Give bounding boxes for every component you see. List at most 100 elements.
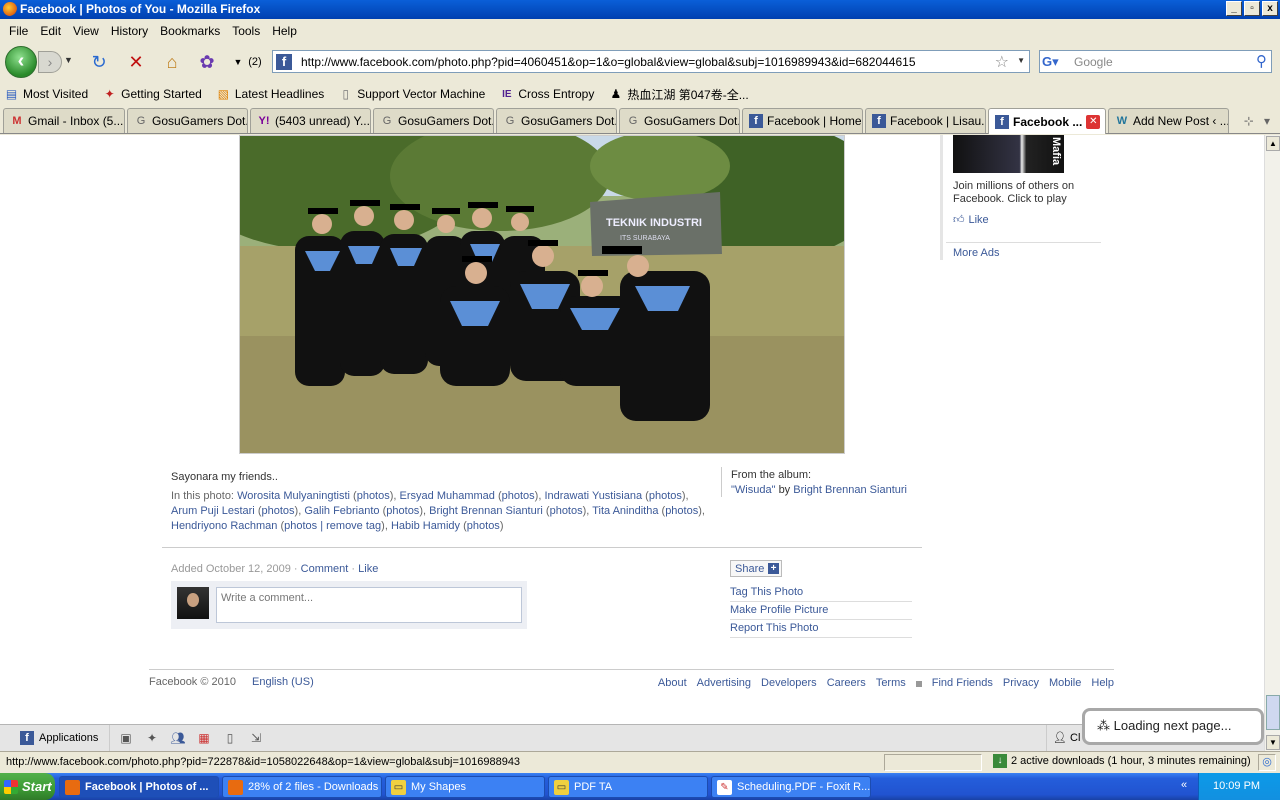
tagged-person-link[interactable]: Arum Puji Lestari (171, 505, 255, 517)
tagged-person-photos-link[interactable]: photos (357, 490, 390, 502)
close-window-button[interactable]: x (1262, 1, 1278, 16)
footer-link-help[interactable]: Help (1091, 677, 1114, 689)
url-text[interactable]: http://www.facebook.com/photo.php?pid=40… (301, 55, 916, 69)
tab-gosugamers-3[interactable]: G GosuGamers Dot... (496, 108, 617, 133)
status-globe-icon[interactable]: ◎ (1258, 754, 1276, 771)
like-link[interactable]: Like (358, 563, 378, 575)
tab-gosugamers-2[interactable]: G GosuGamers Dot... (373, 108, 494, 133)
tab-facebook-active[interactable]: f Facebook ... ✕ (988, 108, 1106, 134)
bookmark-star-icon[interactable]: ☆ (995, 52, 1009, 72)
menu-help[interactable]: Help (266, 24, 303, 38)
history-dropdown-icon[interactable]: ▼ (64, 55, 73, 65)
groups-icon[interactable]: 👥︎ (170, 731, 186, 745)
stop-icon[interactable]: ✕ (126, 52, 146, 72)
forward-button[interactable]: › (38, 51, 62, 73)
taskbar-foxit[interactable]: ✎ Scheduling.PDF - Foxit R... (711, 776, 871, 798)
scroll-up-icon[interactable]: ▲ (1266, 136, 1280, 151)
taskbar-downloads[interactable]: 28% of 2 files - Downloads (222, 776, 382, 798)
footer-link-privacy[interactable]: Privacy (1003, 677, 1039, 689)
tab-gosugamers-4[interactable]: G GosuGamers Dot... (619, 108, 740, 133)
more-ads-link[interactable]: More Ads (953, 247, 999, 259)
tagged-person-link[interactable]: Hendriyono Rachman (171, 520, 277, 532)
ad-like-button[interactable]: 👍︎ Like (953, 213, 989, 227)
tab-gosugamers-1[interactable]: G GosuGamers Dot... (127, 108, 248, 133)
menu-edit[interactable]: Edit (34, 24, 67, 38)
tab-gmail[interactable]: M Gmail - Inbox (5... (3, 108, 125, 133)
search-icon[interactable]: ⚲ (1256, 52, 1267, 70)
tagged-person-photos-link[interactable]: photos (262, 505, 295, 517)
scroll-down-icon[interactable]: ▼ (1266, 735, 1280, 750)
ad-text[interactable]: Join millions of others on Facebook. Cli… (953, 180, 1083, 206)
downloads-status[interactable]: ↓ 2 active downloads (1 hour, 3 minutes r… (993, 754, 1251, 768)
comment-link[interactable]: Comment (301, 563, 349, 575)
footer-link-about[interactable]: About (658, 677, 687, 689)
album-link[interactable]: "Wisuda" by Bright Brennan Sianturi (731, 484, 907, 496)
calendar-icon[interactable]: ▦ (196, 731, 212, 745)
tagged-person-photos-link[interactable]: photos (386, 505, 419, 517)
taskbar-pdf-ta[interactable]: ▭ PDF TA (548, 776, 708, 798)
language-link[interactable]: English (US) (252, 676, 314, 688)
tagged-person-link[interactable]: Tita Aninditha (592, 505, 658, 517)
tag-this-photo-link[interactable]: Tag This Photo (730, 584, 912, 602)
vertical-scrollbar[interactable]: ▲ ▼ (1264, 135, 1280, 751)
taskbar-my-shapes[interactable]: ▭ My Shapes (385, 776, 545, 798)
home-icon[interactable]: ⌂ (162, 52, 182, 72)
links-icon[interactable]: ⇲ (248, 731, 264, 745)
tagged-person-photos-link[interactable]: photos (550, 505, 583, 517)
footer-link-advertising[interactable]: Advertising (697, 677, 751, 689)
bookmark-cross-entropy[interactable]: IE Cross Entropy (499, 87, 594, 102)
maximize-button[interactable]: ▫ (1244, 1, 1260, 16)
menu-bookmarks[interactable]: Bookmarks (154, 24, 226, 38)
addon-icon[interactable]: ✿ (197, 52, 217, 72)
report-this-photo-link[interactable]: Report This Photo (730, 620, 912, 638)
close-tab-icon[interactable]: ✕ (1086, 114, 1101, 129)
menu-history[interactable]: History (105, 24, 154, 38)
footer-link-careers[interactable]: Careers (827, 677, 866, 689)
bookmark-chinese-novel[interactable]: ♟ 热血江湖 第047卷-全... (608, 86, 748, 103)
minimize-button[interactable]: _ (1226, 1, 1242, 16)
tagged-person-link[interactable]: Worosita Mulyaningtisti (237, 490, 350, 502)
tagged-person-link[interactable]: Galih Febrianto (304, 505, 379, 517)
tagged-person-photos-link[interactable]: photos (502, 490, 535, 502)
tray-expand-icon[interactable]: « (1181, 779, 1187, 791)
tagged-person-link[interactable]: Habib Hamidy (391, 520, 460, 532)
applications-button[interactable]: f Applications (14, 725, 110, 751)
menu-file[interactable]: File (3, 24, 34, 38)
tagged-person-photos-link[interactable]: photos | remove tag (284, 520, 381, 532)
url-bar[interactable]: f http://www.facebook.com/photo.php?pid=… (272, 50, 1030, 73)
google-engine-icon[interactable]: G▾ (1042, 53, 1068, 71)
main-photo[interactable]: TEKNIK INDUSTRI ITS SURABAYA (239, 135, 845, 454)
tab-facebook-lisau[interactable]: f Facebook | Lisau... (865, 108, 986, 133)
menu-tools[interactable]: Tools (226, 24, 266, 38)
bookmark-getting-started[interactable]: ✦ Getting Started (102, 87, 202, 102)
tagged-person-link[interactable]: Bright Brennan Sianturi (429, 505, 543, 517)
menu-view[interactable]: View (67, 24, 105, 38)
tagged-person-link[interactable]: Indrawati Yustisiana (544, 490, 642, 502)
bookmark-latest-headlines[interactable]: ▧ Latest Headlines (216, 87, 325, 102)
make-profile-picture-link[interactable]: Make Profile Picture (730, 602, 912, 620)
tagged-person-photos-link[interactable]: photos (665, 505, 698, 517)
tab-yahoo-mail[interactable]: Y! (5403 unread) Y... (250, 108, 371, 133)
bookmark-support-vector-machine[interactable]: ▯ Support Vector Machine (338, 87, 485, 102)
bookmark-most-visited[interactable]: ▤ Most Visited (4, 87, 88, 102)
search-bar[interactable]: G▾ Google ⚲ (1039, 50, 1272, 73)
comment-input[interactable]: Write a comment... (216, 587, 522, 623)
tab-facebook-home[interactable]: f Facebook | Home (742, 108, 863, 133)
share-button[interactable]: Share + (730, 560, 782, 577)
tab-list-icon[interactable]: ⊹ ▾ (1244, 114, 1270, 128)
taskbar-firefox[interactable]: Facebook | Photos of ... (59, 776, 219, 798)
scroll-thumb[interactable] (1266, 695, 1280, 730)
footer-link-developers[interactable]: Developers (761, 677, 817, 689)
reload-icon[interactable]: ↻ (89, 52, 109, 72)
tagged-person-photos-link[interactable]: photos (467, 520, 500, 532)
tab-add-new-post[interactable]: W Add New Post ‹ ... (1108, 108, 1229, 133)
notes-icon[interactable]: ▯ (222, 731, 238, 745)
footer-link-find-friends[interactable]: Find Friends (932, 677, 993, 689)
footer-link-mobile[interactable]: Mobile (1049, 677, 1081, 689)
photos-icon[interactable]: ▣ (118, 731, 134, 745)
tagged-person-photos-link[interactable]: photos (649, 490, 682, 502)
tagged-person-link[interactable]: Ersyad Muhammad (400, 490, 495, 502)
ad-image[interactable]: Mafia (953, 135, 1064, 173)
start-button[interactable]: Start (0, 773, 55, 800)
footer-link-terms[interactable]: Terms (876, 677, 906, 689)
